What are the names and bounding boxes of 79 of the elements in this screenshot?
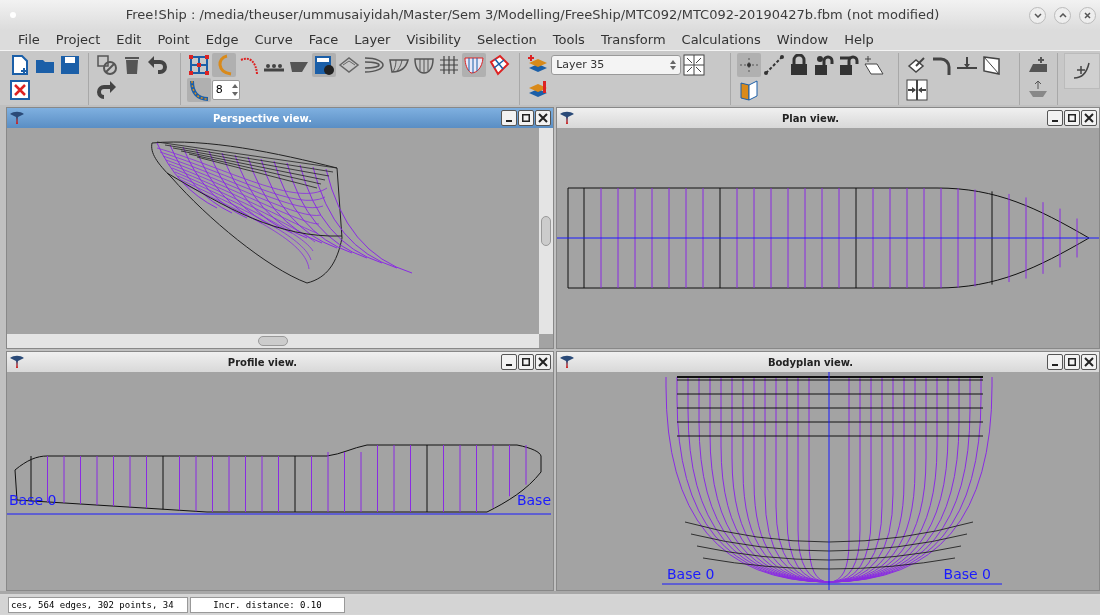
scroll-thumb[interactable] <box>541 216 551 246</box>
minimize-button[interactable] <box>501 354 517 370</box>
menu-item[interactable]: Transform <box>592 31 674 49</box>
base-label: Base 0 <box>943 566 991 582</box>
maximize-button[interactable] <box>1064 110 1080 126</box>
menu-item[interactable]: Help <box>836 31 882 49</box>
spin-field[interactable]: 8 <box>211 80 240 100</box>
shaded-hull-icon[interactable] <box>461 53 486 77</box>
menu-item[interactable]: Selection <box>468 31 545 49</box>
close-button[interactable] <box>535 110 551 126</box>
control-net-icon[interactable] <box>186 53 211 77</box>
merge-icon[interactable] <box>905 78 930 102</box>
scroll-thumb[interactable] <box>258 336 288 346</box>
minimize-icon <box>506 120 512 122</box>
plane-icon[interactable] <box>861 53 886 77</box>
horizontal-scrollbar[interactable] <box>7 334 539 348</box>
maximize-button[interactable] <box>518 354 534 370</box>
close-button[interactable] <box>535 354 551 370</box>
menu-item[interactable]: Tools <box>544 31 593 49</box>
close-file-icon[interactable] <box>8 78 32 102</box>
app-logo-icon <box>9 111 25 125</box>
menu-item[interactable]: File <box>10 31 48 49</box>
view-title: Plan view. <box>780 111 841 126</box>
maximize-button[interactable] <box>518 110 534 126</box>
close-icon <box>538 113 548 123</box>
curve-edge-icon[interactable] <box>186 78 211 102</box>
save-icon[interactable] <box>58 53 82 77</box>
app-logo-icon <box>9 355 25 369</box>
view-title: Perspective view. <box>212 111 313 126</box>
layer-dropdown[interactable]: Layer 35 <box>551 55 682 75</box>
view-title-bar[interactable]: Profile view. <box>7 352 553 372</box>
deselect-icon[interactable] <box>95 53 120 77</box>
menu-item[interactable]: Project <box>47 31 109 49</box>
close-button[interactable] <box>1081 110 1097 126</box>
maximize-button[interactable] <box>1064 354 1080 370</box>
chevron-down-icon <box>1033 12 1042 18</box>
minimize-icon <box>1052 120 1058 122</box>
app-logo-icon <box>559 111 575 125</box>
close-icon <box>1084 11 1091 19</box>
close-button[interactable] <box>1081 354 1097 370</box>
chevron-up-icon <box>1058 12 1067 18</box>
maximize-icon <box>1068 114 1076 122</box>
spin-arrows-icon[interactable] <box>231 83 238 97</box>
view-title-bar[interactable]: Plan view. <box>557 108 1099 128</box>
menu-item[interactable]: Layer <box>346 31 399 49</box>
minimize-icon <box>506 364 512 366</box>
minimize-button[interactable] <box>501 110 517 126</box>
calculator-icon[interactable] <box>311 53 336 77</box>
minimize-button[interactable] <box>1047 110 1063 126</box>
close-icon <box>1084 113 1094 123</box>
status-field: ces, 564 edges, 302 points, 34 <box>8 597 188 613</box>
view-title: Bodyplan view. <box>766 355 855 370</box>
menu-item[interactable]: Visibility <box>398 31 469 49</box>
status-field: Incr. distance: 0.10 <box>190 597 345 613</box>
menu-item[interactable]: Edge <box>197 31 247 49</box>
base-label: Base 0 <box>667 566 715 582</box>
vertical-scrollbar[interactable] <box>539 128 553 334</box>
updown-arrows-icon <box>670 59 677 71</box>
close-icon <box>1084 357 1094 367</box>
minimize-icon <box>1052 364 1058 366</box>
maximize-icon <box>522 114 530 122</box>
maximize-icon <box>522 358 530 366</box>
menu-item[interactable]: Face <box>300 31 347 49</box>
layer-shrink-icon[interactable] <box>682 53 707 77</box>
window-title: Free!Ship : /media/theuser/ummusaiyidah/Master/Sem 3/Modelling/FreeShip/MTC092/MTC092-20190427b.fbm (not modified) <box>124 6 941 25</box>
menu-item[interactable]: Edit <box>108 31 150 49</box>
menu-item[interactable]: Point <box>149 31 198 49</box>
close-button[interactable] <box>1079 6 1096 24</box>
minimize-button[interactable] <box>1047 354 1063 370</box>
menu-item[interactable]: Curve <box>246 31 301 49</box>
chain-points-icon[interactable] <box>761 53 786 77</box>
app-logo-icon <box>559 355 575 369</box>
base-label: Base <box>516 492 551 508</box>
view-title-bar[interactable]: Bodyplan view. <box>557 352 1099 372</box>
menu-item[interactable]: Window <box>768 31 837 49</box>
close-icon <box>538 357 548 367</box>
maximize-icon <box>1068 358 1076 366</box>
view-title: Profile view. <box>226 355 299 370</box>
menu-item[interactable]: Calculations <box>673 31 769 49</box>
